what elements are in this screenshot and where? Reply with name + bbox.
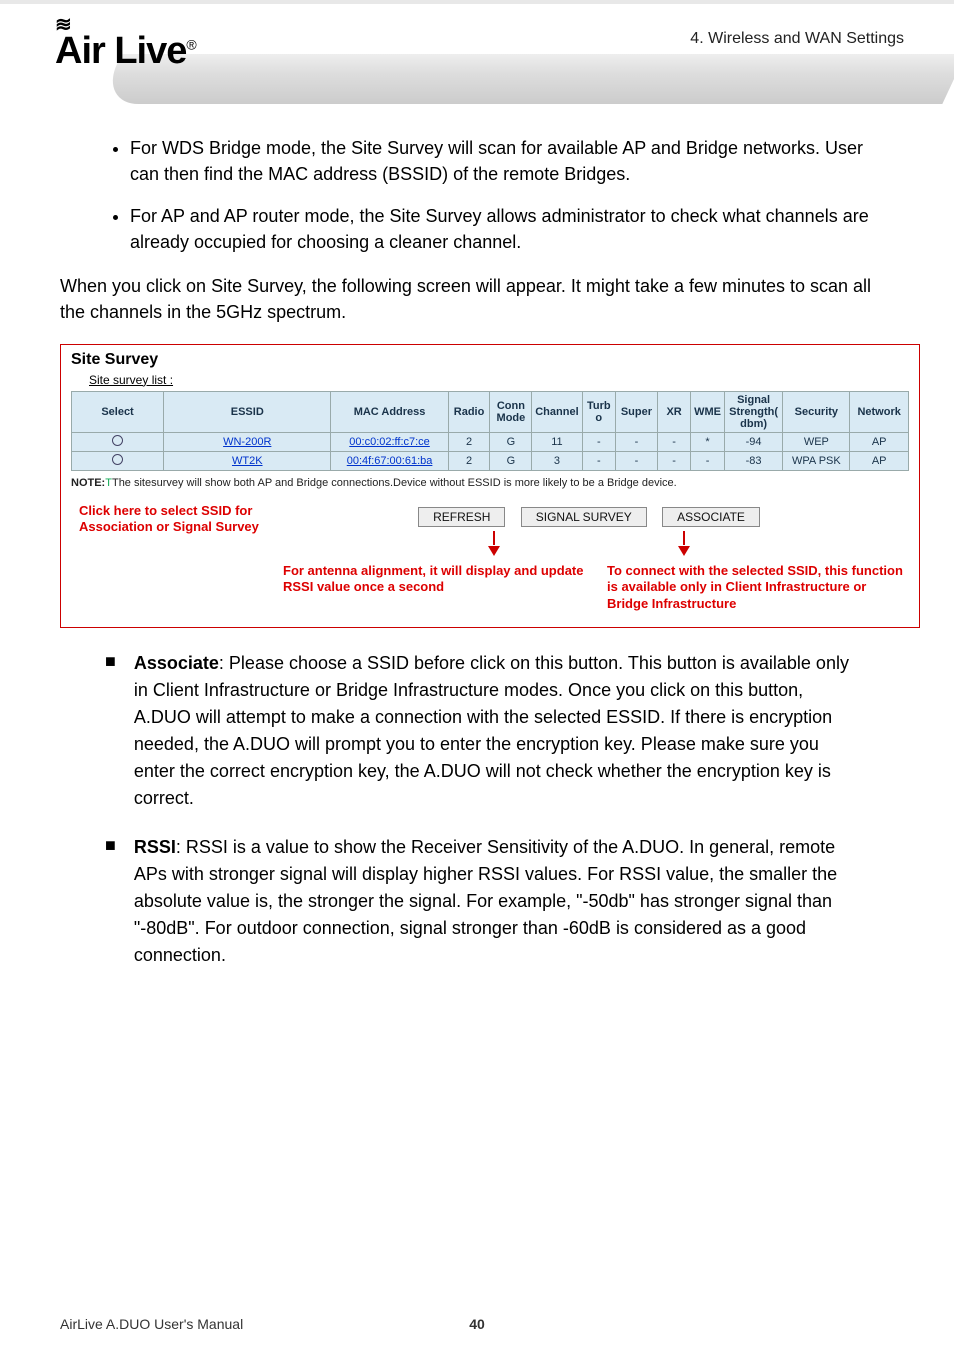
col-select: Select xyxy=(72,391,164,432)
row-mac: 00:c0:02:ff:c7:ce xyxy=(331,432,448,451)
col-xr: XR xyxy=(657,391,690,432)
square-bullet-icon: ■ xyxy=(105,650,116,812)
row-mac: 00:4f:67:00:61:ba xyxy=(331,451,448,470)
associate-body: : Please choose a SSID before click on t… xyxy=(134,653,849,808)
row-conn: G xyxy=(490,451,532,470)
site-survey-screenshot: Site Survey Site survey list : Select ES… xyxy=(60,344,920,629)
row-radio: 2 xyxy=(448,451,490,470)
note-body: The sitesurvey will show both AP and Bri… xyxy=(112,477,677,489)
page-footer: AirLive A.DUO User's Manual 40 xyxy=(60,1316,894,1332)
square-bullet-icon: ■ xyxy=(105,834,116,969)
row-sec: WPA PSK xyxy=(783,451,850,470)
row-turbo: - xyxy=(582,432,615,451)
row-select-radio[interactable] xyxy=(72,432,164,451)
section-label: 4. Wireless and WAN Settings xyxy=(690,30,904,48)
table-row: WN-200R 00:c0:02:ff:c7:ce 2 G 11 - - - *… xyxy=(72,432,909,451)
rssi-body: : RSSI is a value to show the Receiver S… xyxy=(134,837,837,965)
row-chan: 3 xyxy=(532,451,582,470)
row-chan: 11 xyxy=(532,432,582,451)
col-turbo: Turbo xyxy=(582,391,615,432)
col-radio: Radio xyxy=(448,391,490,432)
intro-paragraph: When you click on Site Survey, the follo… xyxy=(60,273,894,325)
footer-title: AirLive A.DUO User's Manual xyxy=(60,1316,243,1332)
radio-icon[interactable] xyxy=(112,435,123,446)
associate-item: ■ Associate: Please choose a SSID before… xyxy=(105,650,849,812)
rssi-item: ■ RSSI: RSSI is a value to show the Rece… xyxy=(105,834,849,969)
row-wme: - xyxy=(691,451,724,470)
table-row: WT2K 00:4f:67:00:61:ba 2 G 3 - - - - -83… xyxy=(72,451,909,470)
survey-table: Select ESSID MAC Address Radio ConnMode … xyxy=(71,391,909,471)
brand-reg: ® xyxy=(186,36,195,52)
row-conn: G xyxy=(490,432,532,451)
col-signal: Signal Strength(dbm) xyxy=(724,391,783,432)
brand-logo: ≋ Air Live® xyxy=(55,20,196,73)
note-prefix: NOTE: xyxy=(71,477,105,489)
col-essid: ESSID xyxy=(164,391,331,432)
signal-survey-button[interactable]: SIGNAL SURVEY xyxy=(521,507,647,527)
associate-text: Associate: Please choose a SSID before c… xyxy=(134,650,849,812)
callout-left: Click here to select SSID for Associatio… xyxy=(79,503,259,537)
associate-title: Associate xyxy=(134,653,219,673)
row-sec: WEP xyxy=(783,432,850,451)
logo-swirl: ≋ xyxy=(55,20,196,30)
rssi-text: RSSI: RSSI is a value to show the Receiv… xyxy=(134,834,849,969)
row-sig: -94 xyxy=(724,432,783,451)
col-connmode: ConnMode xyxy=(490,391,532,432)
intro-bullet-2: For AP and AP router mode, the Site Surv… xyxy=(130,203,894,255)
col-security: Security xyxy=(783,391,850,432)
row-wme: * xyxy=(691,432,724,451)
row-radio: 2 xyxy=(448,432,490,451)
row-sig: -83 xyxy=(724,451,783,470)
brand-text: Air Live xyxy=(55,30,186,72)
row-essid[interactable]: WN-200R xyxy=(164,432,331,451)
col-wme: WME xyxy=(691,391,724,432)
arrow-icon xyxy=(664,531,704,559)
callout-right: To connect with the selected SSID, this … xyxy=(607,563,909,614)
associate-button[interactable]: ASSOCIATE xyxy=(662,507,760,527)
page-number: 40 xyxy=(469,1316,485,1332)
intro-bullet-list: For WDS Bridge mode, the Site Survey wil… xyxy=(130,135,894,255)
banner-stripe xyxy=(98,54,954,104)
survey-note: NOTE:TThe sitesurvey will show both AP a… xyxy=(71,477,909,489)
intro-bullet-1: For WDS Bridge mode, the Site Survey wil… xyxy=(130,135,894,187)
button-row: REFRESH SIGNAL SURVEY ASSOCIATE xyxy=(269,507,909,527)
refresh-button[interactable]: REFRESH xyxy=(418,507,505,527)
site-survey-title: Site Survey xyxy=(71,351,909,369)
page-banner: ≋ Air Live® 4. Wireless and WAN Settings xyxy=(0,0,954,120)
row-select-radio[interactable] xyxy=(72,451,164,470)
row-essid[interactable]: WT2K xyxy=(164,451,331,470)
row-xr: - xyxy=(657,432,690,451)
row-super: - xyxy=(616,451,658,470)
arrow-icon xyxy=(474,531,514,559)
radio-icon[interactable] xyxy=(112,454,123,465)
row-turbo: - xyxy=(582,451,615,470)
site-survey-subtitle: Site survey list : xyxy=(71,369,909,391)
row-xr: - xyxy=(657,451,690,470)
row-super: - xyxy=(616,432,658,451)
col-mac: MAC Address xyxy=(331,391,448,432)
banner-rule xyxy=(0,0,954,4)
callout-middle: For antenna alignment, it will display a… xyxy=(283,563,585,597)
rssi-title: RSSI xyxy=(134,837,176,857)
col-channel: Channel xyxy=(532,391,582,432)
row-net: AP xyxy=(850,432,909,451)
row-net: AP xyxy=(850,451,909,470)
table-header-row: Select ESSID MAC Address Radio ConnMode … xyxy=(72,391,909,432)
col-super: Super xyxy=(616,391,658,432)
col-network: Network xyxy=(850,391,909,432)
